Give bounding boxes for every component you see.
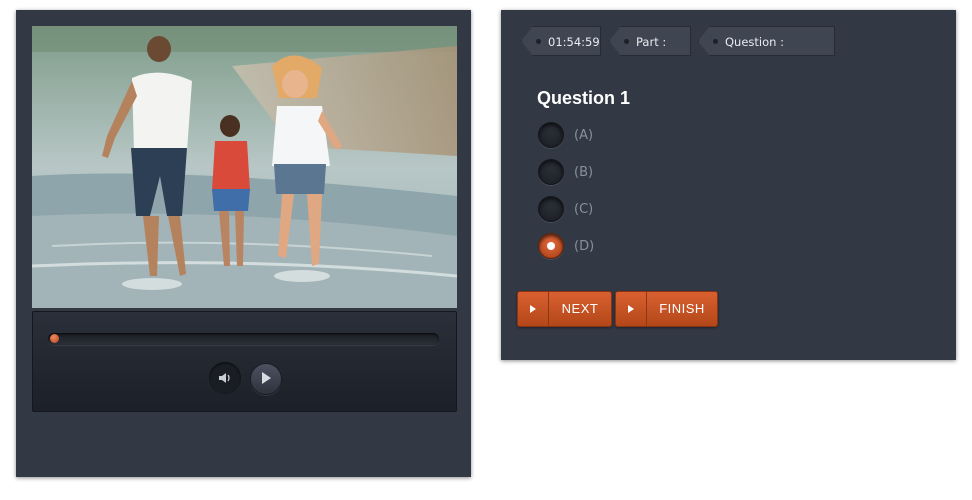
caret-right-icon [616,292,647,326]
part-text: Part : 1/7 [636,35,667,79]
video-player-controls [32,311,457,412]
tag-hole-icon [713,39,718,44]
question-title: Question 1 [537,88,631,108]
question-counter-tag: Question : 10/200 [698,26,835,56]
tag-hole-icon [624,39,629,44]
quiz-panel: 01:54:59 Part : 1/7 Question : 10/200 Qu… [501,10,956,360]
tag-hole-icon [536,39,541,44]
speaker-icon [218,369,232,388]
volume-button[interactable] [209,362,241,394]
progress-knob[interactable] [50,334,59,343]
option-label-a: (A) [574,127,594,143]
part-tag: Part : 1/7 [609,26,691,56]
radio-c[interactable] [538,196,564,222]
caret-right-icon [518,292,549,326]
radio-b[interactable] [538,159,564,185]
option-label-d: (D) [574,238,595,254]
media-panel [16,10,471,477]
play-button[interactable] [250,363,282,395]
radio-a[interactable] [538,122,564,148]
radio-d[interactable] [538,233,564,259]
finish-button[interactable]: FINISH [615,291,718,327]
beach-family-photo [32,26,457,308]
question-counter-text: Question : 10/200 [725,35,784,79]
option-a[interactable]: (A) [538,122,593,148]
option-label-b: (B) [574,164,594,180]
option-b[interactable]: (B) [538,159,593,185]
option-label-c: (C) [574,201,594,217]
play-icon [260,370,272,389]
next-button-label: NEXT [561,301,599,316]
option-d[interactable]: (D) [538,233,594,259]
option-c[interactable]: (C) [538,196,593,222]
next-button[interactable]: NEXT [517,291,612,327]
progress-bar[interactable] [48,333,439,345]
timer-tag: 01:54:59 [521,26,601,56]
finish-button-label: FINISH [659,301,705,316]
timer-text: 01:54:59 [548,35,600,49]
